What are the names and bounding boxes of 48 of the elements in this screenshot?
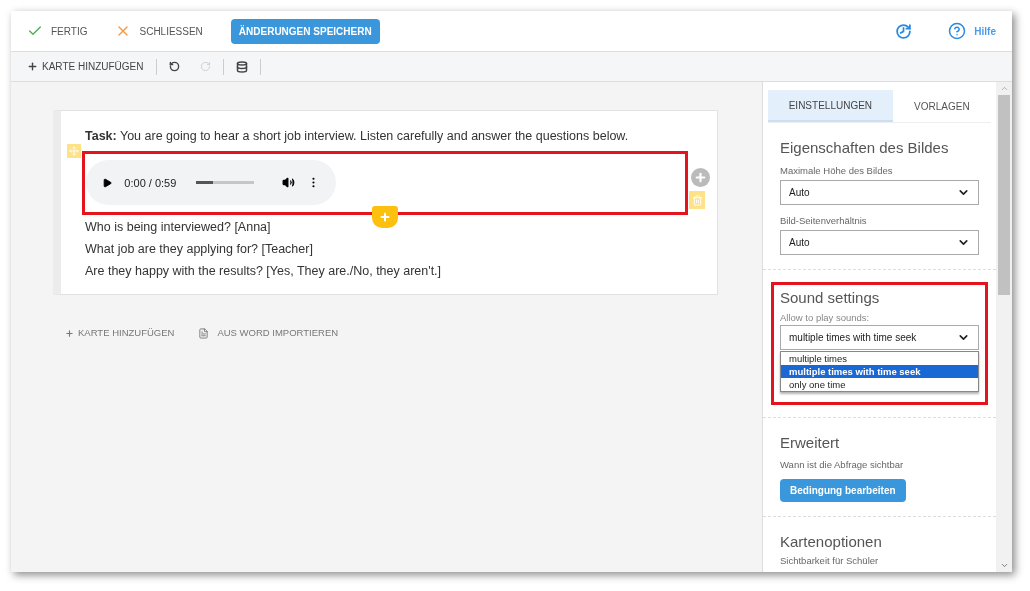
question-text: Who is being interviewed? [Anna] [85,218,272,236]
dropdown-option[interactable]: only one time [781,377,978,391]
done-button[interactable]: FERTIG [27,23,88,39]
help-icon[interactable] [948,22,967,40]
scroll-up-icon[interactable] [999,84,1009,93]
field-label: Allow to play sounds: [780,310,871,325]
scrollbar[interactable] [996,82,1012,572]
task-text: Task: You are going to hear a short job interview. Listen carefully and answer the questions below. [85,128,630,145]
move-handle[interactable] [67,144,81,158]
scroll-down-icon[interactable] [999,561,1009,570]
sidebar-tab[interactable]: EINSTELLUNGEN [768,90,893,122]
section-text: Wann ist die Abfrage sichtbar [780,458,905,473]
plus-icon [694,171,707,184]
section-title: Sound settings [780,288,881,308]
field-label: Maximale Höhe des Bildes [780,163,894,178]
seek-bar[interactable] [196,181,255,185]
section-text: Sichtbarkeit für Schüler [780,555,880,566]
audio-player[interactable]: 0:00 / 0:59 [86,160,336,206]
sidebar-tab[interactable]: VORLAGEN [892,90,991,122]
database-icon[interactable] [235,60,248,73]
plus-icon [65,328,74,338]
dropdown-option[interactable]: multiple times with time seek [781,364,978,378]
plus-icon [27,61,38,72]
question-text: What job are they applying for? [Teacher] [85,240,314,258]
select-field[interactable]: multiple times with time seek [780,324,979,350]
history-icon[interactable] [895,22,913,40]
section-title: Eigenschaften des Bildes [780,138,950,158]
document-icon [198,327,210,339]
import-link[interactable]: AUS WORD IMPORTIEREN [198,326,339,341]
add-circle-button[interactable] [691,168,710,187]
field-label: Bild-Seitenverhältnis [780,213,868,228]
plus-icon [379,211,391,223]
audio-time: 0:00 / 0:59 [124,175,177,191]
close-button[interactable]: SCHLIESSEN [115,23,203,39]
question-text: Are they happy with the results? [Yes, They are./No, they aren't.] [85,262,443,280]
add-card-link[interactable]: KARTE HINZUFÜGEN [65,326,175,341]
undo-icon[interactable] [168,61,180,72]
play-icon[interactable] [102,176,113,189]
section-title: Kartenoptionen [780,531,883,552]
select-field[interactable]: Auto [780,179,979,205]
insert-button[interactable] [372,206,398,228]
select-field[interactable]: Auto [780,230,979,255]
scrollbar-thumb[interactable] [998,95,1010,295]
dropdown-option[interactable]: multiple times [781,351,978,365]
add-card-button[interactable]: KARTE HINZUFÜGEN [27,59,144,74]
section-title: Erweitert [780,432,841,453]
move-icon [69,146,79,156]
trash-icon [691,194,703,206]
